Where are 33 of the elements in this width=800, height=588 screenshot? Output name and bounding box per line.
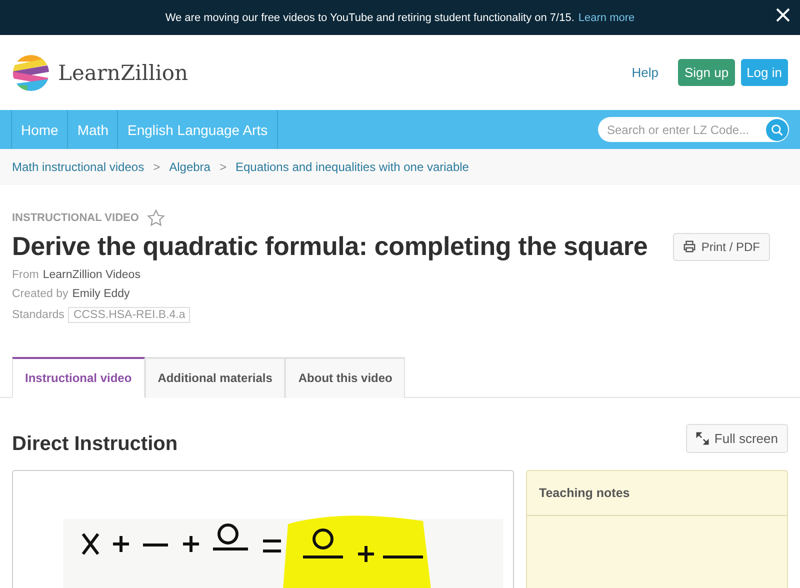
breadcrumb-link[interactable]: Equations and inequalities with one variable xyxy=(235,160,469,174)
meta-label: Created by xyxy=(12,288,68,300)
search-field[interactable]: Search or enter LZ Code... xyxy=(598,117,789,142)
breadcrumb-link[interactable]: Algebra xyxy=(169,160,210,174)
star-icon[interactable] xyxy=(146,209,165,227)
printer-icon xyxy=(683,240,696,253)
section-heading: Direct Instruction xyxy=(12,433,178,456)
meta-label: Standards xyxy=(12,309,64,321)
logo-icon[interactable] xyxy=(12,54,50,92)
tab[interactable]: Instructional video xyxy=(12,357,145,398)
print-button[interactable]: Print / PDF xyxy=(673,232,770,260)
help-link[interactable]: Help xyxy=(626,59,664,86)
notes-title: Teaching notes xyxy=(539,486,630,500)
banner-message: We are moving our free videos to YouTube and retiring student functionality on 7/15. xyxy=(165,12,574,24)
breadcrumb-link[interactable]: Math instructional videos xyxy=(12,160,144,174)
search-icon xyxy=(771,124,783,136)
meta-value: LearnZillion Videos xyxy=(42,269,140,281)
expand-icon xyxy=(696,432,710,445)
meta-value: Emily Eddy xyxy=(72,288,130,300)
breadcrumb-separator: > xyxy=(219,160,226,174)
tab[interactable]: Additional materials xyxy=(144,357,286,398)
lesson-title: Derive the quadratic formula: completing the square xyxy=(12,231,648,262)
learn-more-link[interactable]: Learn more xyxy=(578,12,635,24)
close-icon[interactable] xyxy=(776,8,790,22)
tab[interactable]: About this video xyxy=(285,357,406,398)
logo-text[interactable]: LearnZillion xyxy=(58,60,188,84)
log-in-button[interactable]: Log in xyxy=(740,59,788,86)
lesson-type: INSTRUCTIONAL VIDEO xyxy=(12,212,139,224)
meta-label: From xyxy=(12,269,39,281)
breadcrumb-separator: > xyxy=(153,160,160,174)
standard-tag[interactable]: CCSS.HSA-REI.B.4.a xyxy=(68,307,190,323)
full-screen-button[interactable]: Full screen xyxy=(686,424,788,453)
sign-up-button[interactable]: Sign up xyxy=(678,59,735,86)
